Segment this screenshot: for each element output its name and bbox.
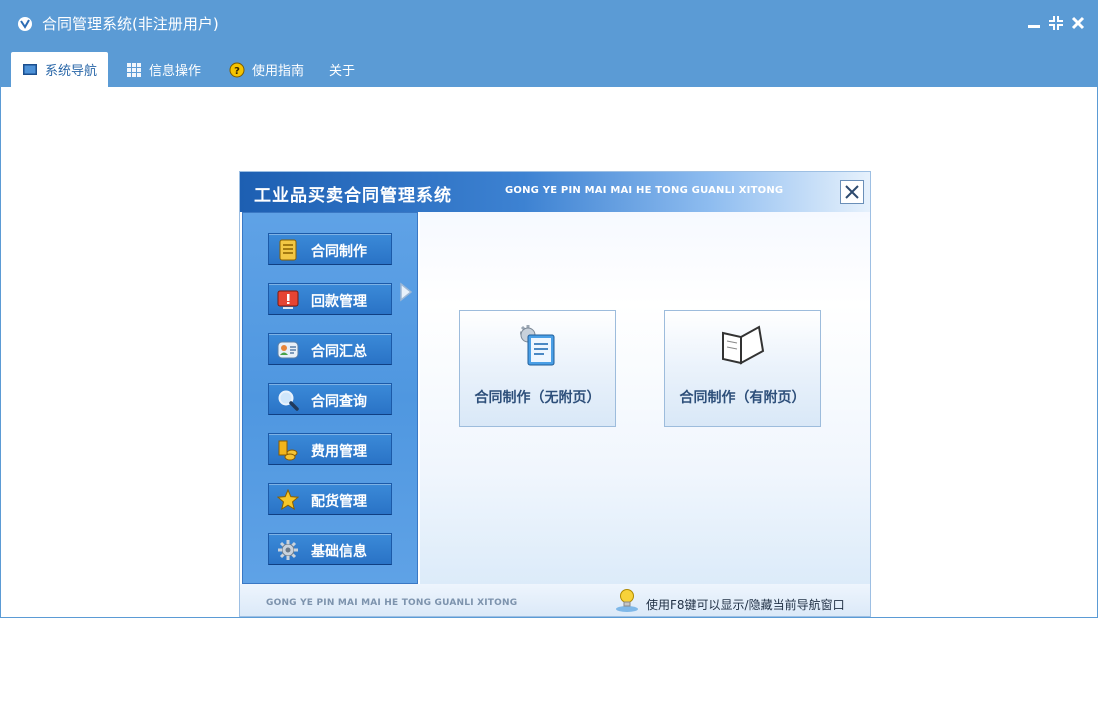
tab-label: 信息操作 — [149, 64, 202, 79]
dialog-title: 工业品买卖合同管理系统 — [254, 186, 452, 206]
nav-basic-information[interactable]: 基础信息 — [268, 533, 392, 565]
title-bar: 合同管理系统(非注册用户) — [1, 1, 1097, 47]
gear-icon — [278, 540, 298, 560]
tab-label: 关于 — [329, 64, 356, 79]
coins-icon — [278, 440, 298, 461]
tile-contract-no-attachment[interactable]: 合同制作（无附页） — [459, 310, 616, 427]
tile-contract-with-attachment[interactable]: 合同制作（有附页） — [664, 310, 821, 427]
nav-label: 回款管理 — [311, 294, 367, 310]
tab-label: 系统导航 — [44, 64, 97, 79]
footer-brand-text: GONG YE PIN MAI MAI HE TONG GUANLI XITON… — [266, 598, 518, 608]
ledger-icon — [279, 239, 297, 261]
monitor-icon — [22, 63, 37, 75]
dialog-subtitle: GONG YE PIN MAI MAI HE TONG GUANLI XITON… — [505, 185, 784, 196]
dialog-content: 合同制作（无附页） 合同制作（有附页） — [420, 212, 870, 584]
nav-contract-create[interactable]: 合同制作 — [268, 233, 392, 265]
help-icon: ? — [229, 62, 245, 77]
grid-icon — [127, 62, 141, 77]
nav-label: 基础信息 — [311, 544, 367, 560]
tab-user-guide[interactable]: ? 使用指南 — [229, 52, 309, 87]
star-icon — [277, 489, 299, 511]
nav-label: 配货管理 — [311, 494, 367, 510]
restore-icon[interactable] — [1047, 14, 1065, 32]
tab-label: 使用指南 — [252, 64, 305, 79]
dialog-close-icon[interactable] — [840, 180, 864, 204]
tile-label: 合同制作（无附页） — [474, 390, 601, 406]
menu-tabs: 系统导航 信息操作 ? 使用指南 关于 — [1, 47, 1097, 87]
app-logo-icon — [18, 17, 32, 31]
nav-label: 费用管理 — [311, 444, 367, 460]
tab-about[interactable]: 关于 — [329, 52, 359, 87]
footer-hint: 使用F8键可以显示/隐藏当前导航窗口 — [646, 598, 845, 612]
nav-label: 合同制作 — [311, 244, 367, 260]
magnifier-icon — [278, 390, 299, 411]
dialog-footer: GONG YE PIN MAI MAI HE TONG GUANLI XITON… — [240, 584, 870, 616]
selection-arrow-icon — [400, 282, 413, 302]
tab-info-operations[interactable]: 信息操作 — [126, 52, 206, 87]
document-gear-icon — [520, 325, 555, 366]
dialog-header: 工业品买卖合同管理系统 GONG YE PIN MAI MAI HE TONG … — [240, 172, 870, 212]
nav-contract-summary[interactable]: 合同汇总 — [268, 333, 392, 365]
nav-payment-management[interactable]: 回款管理 — [268, 283, 392, 315]
tile-label: 合同制作（有附页） — [679, 390, 806, 406]
minimize-icon[interactable] — [1025, 14, 1043, 32]
window-title: 合同管理系统(非注册用户) — [42, 15, 219, 33]
nav-expense-management[interactable]: 费用管理 — [268, 433, 392, 465]
contacts-icon — [277, 341, 299, 359]
navigation-dialog: 工业品买卖合同管理系统 GONG YE PIN MAI MAI HE TONG … — [239, 171, 871, 617]
svg-text:?: ? — [234, 66, 240, 77]
nav-label: 合同查询 — [311, 394, 367, 410]
nav-distribution-management[interactable]: 配货管理 — [268, 483, 392, 515]
nav-label: 合同汇总 — [311, 344, 367, 360]
lightbulb-icon — [616, 589, 638, 612]
close-icon[interactable] — [1069, 14, 1087, 32]
alert-monitor-icon — [277, 290, 299, 309]
tab-system-navigation[interactable]: 系统导航 — [11, 52, 108, 87]
nav-sidebar: 合同制作 回款管理 合同汇总 合同查询 费用管理 配货管理 基础信息 — [242, 212, 418, 584]
open-book-icon — [722, 325, 765, 365]
nav-contract-query[interactable]: 合同查询 — [268, 383, 392, 415]
app-window: 合同管理系统(非注册用户) 系统导航 信息操作 ? 使用指南 关于 工业品买卖合… — [0, 0, 1098, 618]
